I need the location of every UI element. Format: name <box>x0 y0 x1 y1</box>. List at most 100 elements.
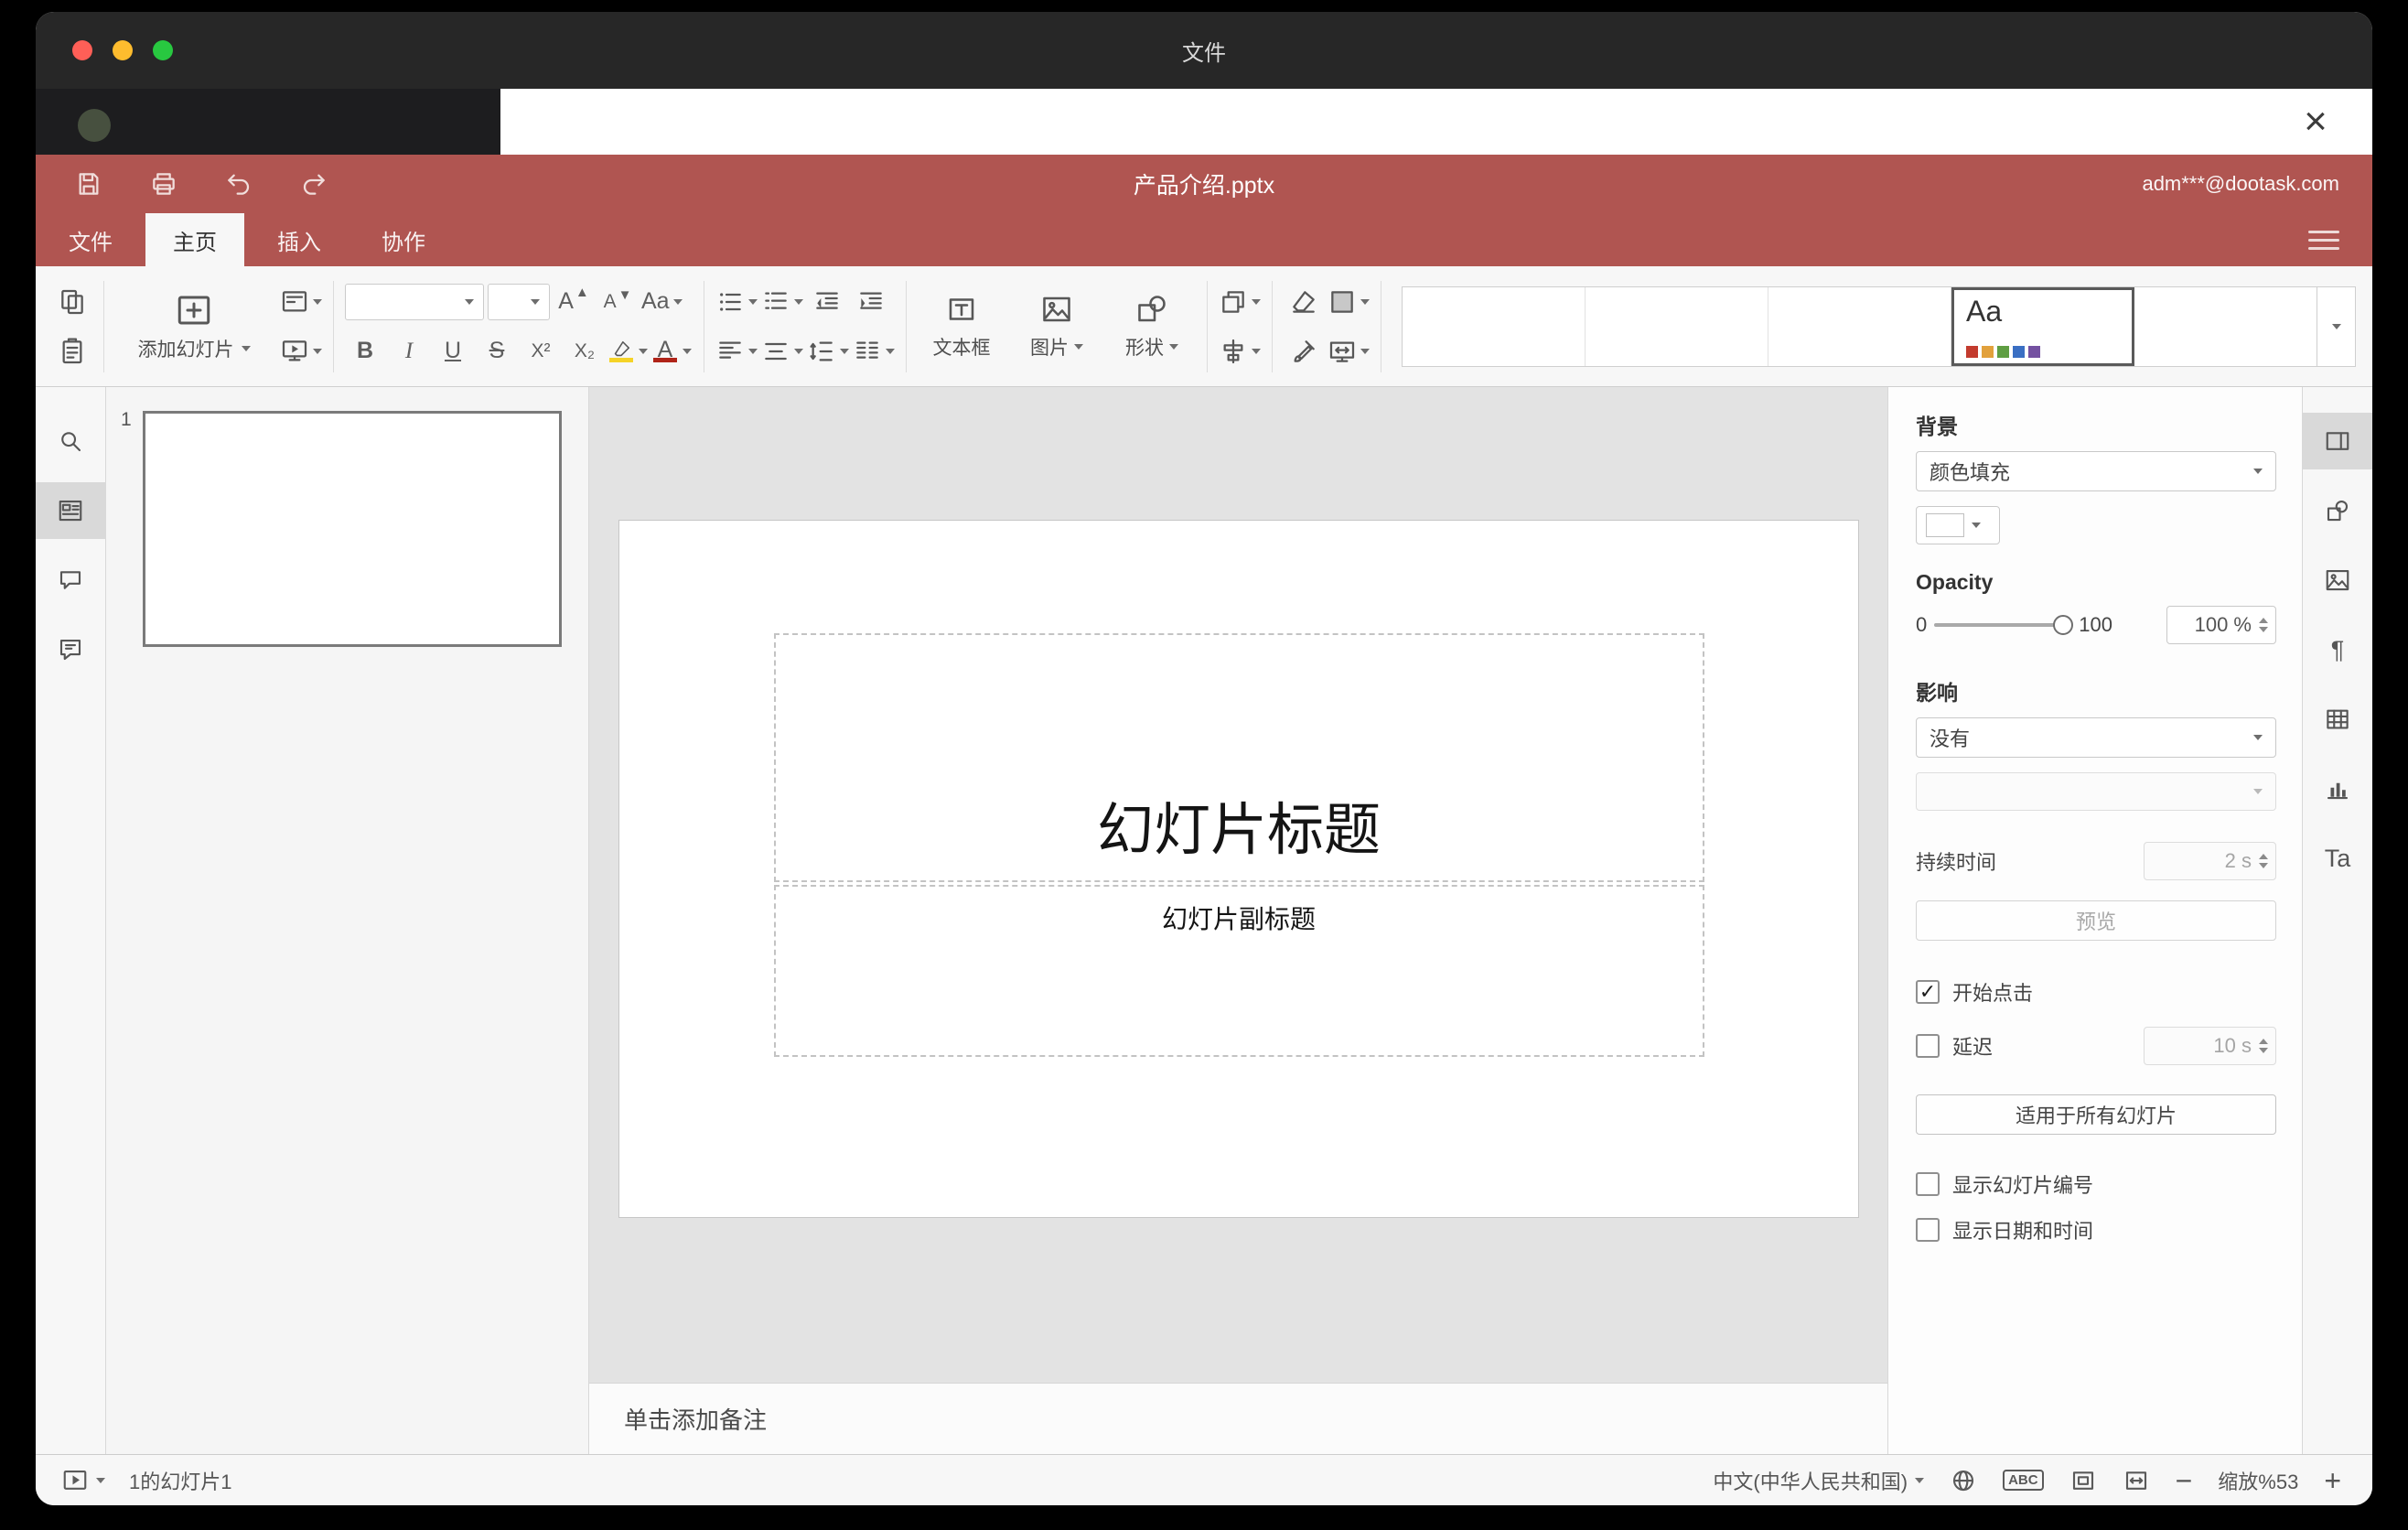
sidebar-item-table-settings[interactable] <box>2303 691 2373 748</box>
zoom-in-button[interactable]: + <box>2324 1466 2341 1495</box>
italic-button[interactable]: I <box>389 331 429 372</box>
insert-textbox-button[interactable]: 文本框 <box>918 281 1005 372</box>
tab-collaboration[interactable]: 协作 <box>354 213 453 266</box>
sidebar-item-shape-settings[interactable] <box>2303 482 2373 539</box>
font-size-combo[interactable] <box>488 283 550 320</box>
undo-button[interactable] <box>222 167 255 200</box>
theme-tile[interactable] <box>1586 286 1768 366</box>
start-slideshow-button[interactable] <box>280 331 322 372</box>
change-case-button[interactable]: Aa <box>641 282 683 322</box>
theme-tile-selected[interactable]: Aa <box>1951 286 2134 366</box>
decrease-indent-button[interactable] <box>807 282 847 322</box>
start-on-click-checkbox-row[interactable]: ✓ 开始点击 <box>1916 977 2276 1007</box>
chevron-down-icon <box>1972 523 1981 528</box>
apply-to-all-slides-button[interactable]: 适用于所有幻灯片 <box>1916 1094 2276 1135</box>
zoom-window-button[interactable] <box>153 40 173 60</box>
increase-font-button[interactable]: A ▲ <box>554 282 594 322</box>
sidebar-item-comments[interactable] <box>36 552 106 609</box>
background-color-select[interactable] <box>1916 506 2000 544</box>
strikethrough-button[interactable]: S <box>477 331 517 372</box>
slide-thumbnail[interactable] <box>143 411 562 647</box>
effect-select[interactable]: 没有 <box>1916 717 2276 758</box>
redo-button[interactable] <box>297 167 330 200</box>
preview-button[interactable]: 预览 <box>1916 900 2276 941</box>
font-color-button[interactable]: A <box>652 331 693 372</box>
start-slideshow-status-button[interactable] <box>61 1467 105 1494</box>
copy-button[interactable] <box>52 282 92 322</box>
theme-tile[interactable] <box>1768 286 1951 366</box>
sidebar-item-textart-settings[interactable]: Ta <box>2303 830 2373 887</box>
opacity-value-field[interactable]: 100 % <box>2166 606 2276 644</box>
document-language-button[interactable] <box>1950 1467 1977 1494</box>
sidebar-item-slides[interactable] <box>36 482 106 539</box>
tab-insert[interactable]: 插入 <box>250 213 349 266</box>
insert-image-button[interactable]: 图片 <box>1013 281 1101 372</box>
background-fill-select[interactable]: 颜色填充 <box>1916 451 2276 491</box>
theme-tile[interactable] <box>2134 286 2317 366</box>
slide-size-button[interactable] <box>1328 331 1370 372</box>
spinner-arrows[interactable] <box>2259 618 2268 632</box>
spinner-arrows[interactable] <box>2259 1039 2268 1053</box>
decrease-font-button[interactable]: A ▼ <box>597 282 638 322</box>
show-date-time-checkbox-row[interactable]: 显示日期和时间 <box>1916 1215 2276 1244</box>
delay-field[interactable]: 10 s <box>2144 1027 2276 1065</box>
highlight-color-button[interactable] <box>608 331 649 372</box>
print-button[interactable] <box>147 167 180 200</box>
sidebar-item-image-settings[interactable] <box>2303 552 2373 609</box>
insert-shape-button[interactable]: 形状 <box>1108 281 1196 372</box>
clear-style-button[interactable] <box>1284 282 1324 322</box>
horizontal-align-button[interactable] <box>715 331 758 372</box>
underline-button[interactable]: U <box>433 331 473 372</box>
spellcheck-button[interactable]: ABC <box>2003 1470 2044 1491</box>
eraser-icon <box>1293 290 1315 313</box>
duration-field[interactable]: 2 s <box>2144 842 2276 880</box>
numbering-button[interactable] <box>761 282 803 322</box>
superscript-button[interactable]: X² <box>521 331 561 372</box>
sidebar-item-paragraph-settings[interactable]: ¶ <box>2303 621 2373 678</box>
change-layout-button[interactable] <box>280 282 322 322</box>
shape-fill-button[interactable] <box>1328 282 1370 322</box>
sidebar-item-slide-settings[interactable] <box>2302 413 2372 469</box>
tab-file[interactable]: 文件 <box>41 213 140 266</box>
sidebar-item-chart-settings[interactable] <box>2303 760 2373 817</box>
subscript-button[interactable]: X₂ <box>564 331 605 372</box>
toolbar-settings-menu-icon[interactable] <box>2308 226 2339 253</box>
bullets-button[interactable] <box>715 282 758 322</box>
columns-button[interactable] <box>853 331 895 372</box>
arrange-shape-button[interactable] <box>1219 282 1261 322</box>
spinner-arrows[interactable] <box>2259 854 2268 868</box>
zoom-out-button[interactable]: − <box>2176 1466 2193 1495</box>
tab-home[interactable]: 主页 <box>145 213 244 266</box>
close-window-button[interactable] <box>72 40 92 60</box>
chevron-down-icon <box>241 345 251 351</box>
delay-checkbox-row[interactable]: 延迟 <box>1916 1031 1993 1061</box>
paste-button[interactable] <box>52 331 92 372</box>
opacity-slider[interactable] <box>1934 614 2074 636</box>
title-placeholder[interactable]: 幻灯片标题 <box>773 633 1704 882</box>
fit-width-button[interactable] <box>2123 1467 2150 1494</box>
effect-type-select[interactable] <box>1916 772 2276 811</box>
copy-style-button[interactable] <box>1284 331 1324 372</box>
theme-palette <box>1966 345 2040 358</box>
font-name-combo[interactable] <box>345 283 484 320</box>
slider-knob[interactable] <box>2053 615 2074 635</box>
save-button[interactable] <box>72 167 105 200</box>
line-spacing-button[interactable] <box>807 331 849 372</box>
language-select[interactable]: 中文(中华人民共和国) <box>1713 1466 1925 1495</box>
theme-tile[interactable] <box>1403 286 1586 366</box>
app-window: 文件 × 产品介绍.pptx adm***@dootask.com 文件 主页 … <box>36 12 2372 1505</box>
vertical-align-button[interactable] <box>761 331 803 372</box>
bold-button[interactable]: B <box>345 331 385 372</box>
close-preview-button[interactable]: × <box>2290 96 2341 147</box>
sidebar-item-search[interactable] <box>36 413 106 469</box>
align-shape-button[interactable] <box>1219 331 1261 372</box>
minimize-window-button[interactable] <box>113 40 133 60</box>
sidebar-item-feedback[interactable] <box>36 621 106 678</box>
notes-area[interactable]: 单击添加备注 <box>589 1383 1887 1454</box>
add-slide-button[interactable]: 添加幻灯片 <box>115 281 273 372</box>
subtitle-placeholder[interactable]: 幻灯片副标题 <box>773 885 1704 1057</box>
show-slide-number-checkbox-row[interactable]: 显示幻灯片编号 <box>1916 1169 2276 1199</box>
fit-slide-button[interactable] <box>2069 1467 2097 1494</box>
increase-indent-button[interactable] <box>851 282 891 322</box>
themes-gallery-expand-button[interactable] <box>2317 286 2356 367</box>
